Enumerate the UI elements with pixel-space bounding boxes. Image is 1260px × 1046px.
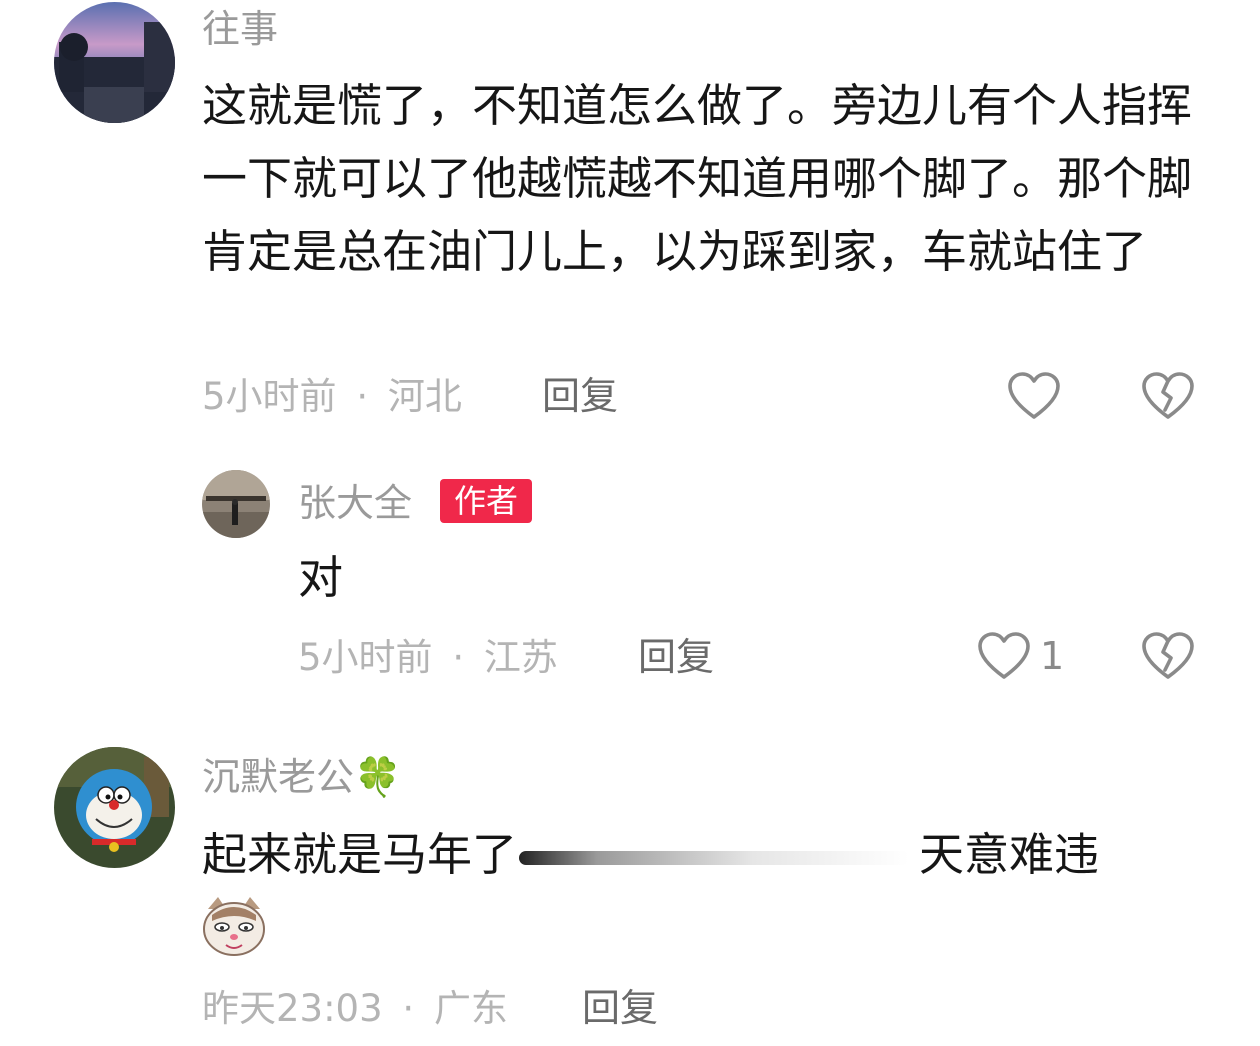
meta-separator: · bbox=[452, 636, 465, 679]
author-badge: 作者 bbox=[440, 479, 533, 523]
comment-location: 广东 bbox=[433, 987, 508, 1030]
heart-outline-icon bbox=[978, 632, 1030, 679]
avatar[interactable] bbox=[54, 2, 175, 123]
meta-separator: · bbox=[402, 987, 415, 1030]
comment-text-part: 起来就是马年了 bbox=[202, 828, 518, 881]
comment-text: 起来就是马年了 天意难违 bbox=[202, 818, 1212, 891]
avatar[interactable] bbox=[54, 747, 175, 868]
username-text: 沉默老公 bbox=[202, 755, 355, 799]
blurred-redaction bbox=[519, 851, 910, 865]
meta-separator: · bbox=[356, 375, 369, 418]
clover-emoji: 🍀 bbox=[354, 755, 402, 799]
reply-meta: 5小时前 · 江苏 bbox=[298, 639, 558, 676]
like-button[interactable] bbox=[1006, 370, 1062, 422]
reply-button[interactable]: 回复 bbox=[638, 638, 714, 676]
cat-sticker-icon bbox=[202, 895, 266, 957]
comment-username[interactable]: 沉默老公🍀 bbox=[202, 758, 401, 796]
reply-location: 江苏 bbox=[483, 636, 558, 679]
reply-button[interactable]: 回复 bbox=[582, 989, 658, 1027]
reply-username[interactable]: 张大全 bbox=[298, 484, 412, 522]
dislike-button[interactable] bbox=[1140, 370, 1196, 422]
comment-meta: 5小时前 · 河北 bbox=[202, 378, 462, 415]
like-button[interactable]: 1 bbox=[976, 630, 1064, 682]
like-count: 1 bbox=[1040, 634, 1065, 678]
broken-heart-icon bbox=[1142, 372, 1194, 419]
reply-text: 对 bbox=[298, 551, 344, 604]
comment-location: 河北 bbox=[387, 375, 462, 418]
reply-avatar[interactable] bbox=[202, 470, 270, 538]
comment-text-part: 天意难违 bbox=[919, 828, 1100, 881]
reply-time: 5小时前 bbox=[298, 636, 433, 679]
comment-time: 5小时前 bbox=[202, 375, 337, 418]
reply-button[interactable]: 回复 bbox=[542, 377, 618, 415]
heart-outline-icon bbox=[1008, 372, 1060, 419]
comment-meta: 昨天23:03 · 广东 bbox=[202, 990, 508, 1027]
broken-heart-icon bbox=[1142, 632, 1194, 679]
comment-username[interactable]: 往事 bbox=[202, 10, 278, 48]
comment-time: 昨天23:03 bbox=[202, 987, 383, 1030]
dislike-button[interactable] bbox=[1140, 630, 1196, 682]
comment-text: 这就是慌了，不知道怎么做了。旁边儿有个人指挥一下就可以了他越慌越不知道用哪个脚了… bbox=[202, 79, 1193, 278]
